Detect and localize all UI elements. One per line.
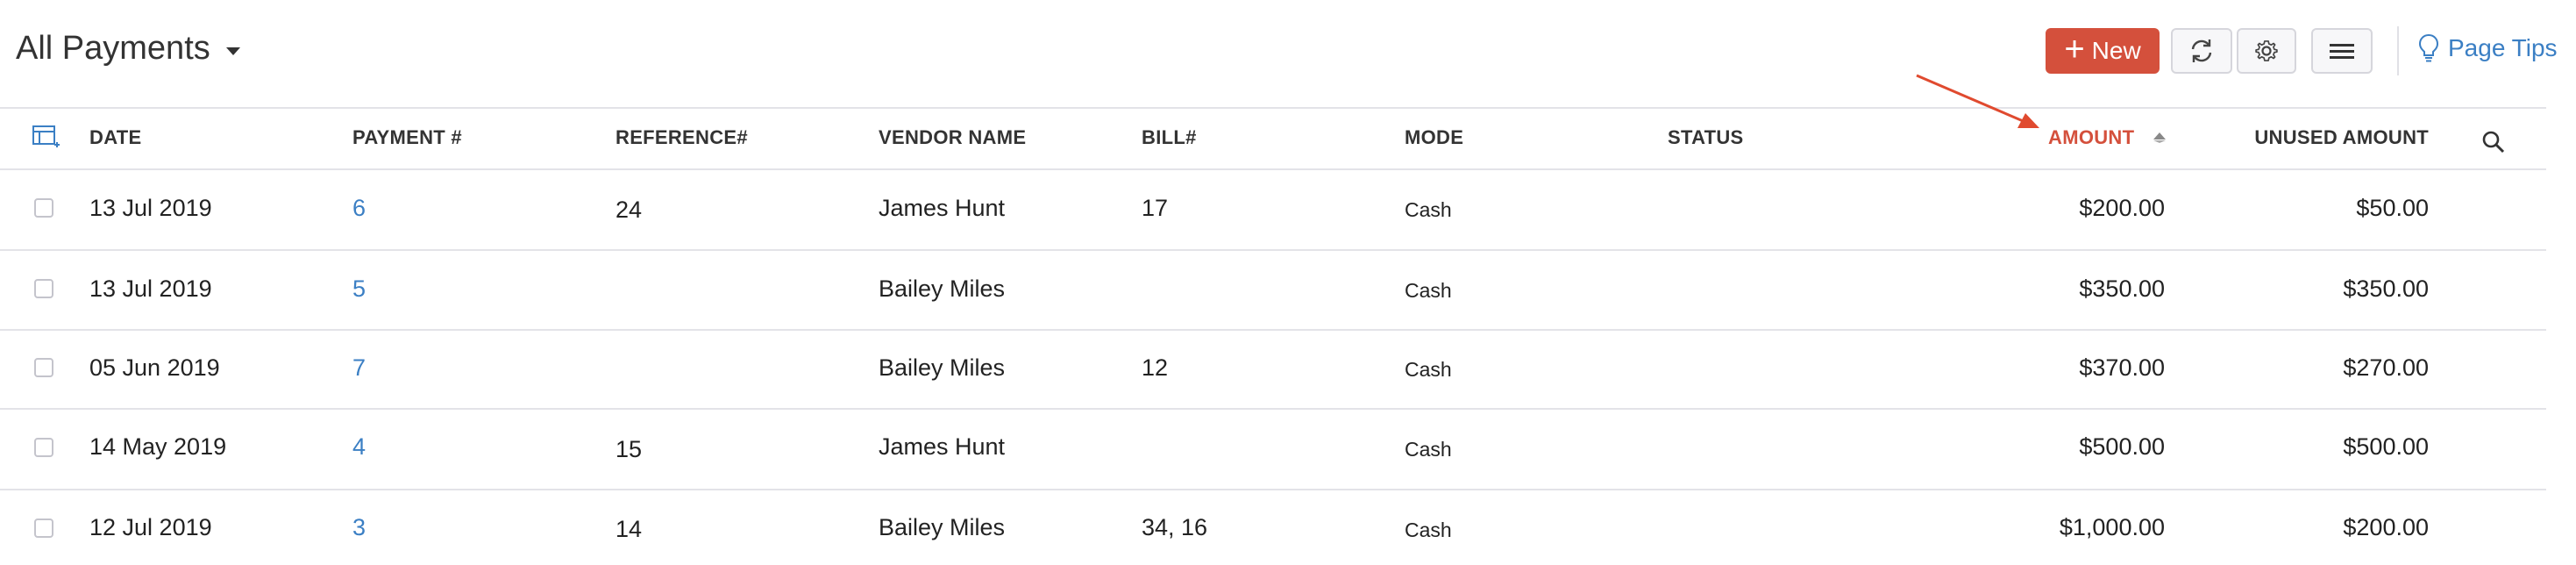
row-checkbox[interactable] bbox=[34, 279, 53, 298]
cell-payment-link[interactable]: 3 bbox=[352, 514, 366, 541]
row-checkbox[interactable] bbox=[34, 438, 53, 457]
row-checkbox[interactable] bbox=[34, 519, 53, 538]
more-options-button[interactable] bbox=[2311, 28, 2373, 74]
chevron-down-icon bbox=[225, 47, 240, 55]
column-header-status[interactable]: STATUS bbox=[1668, 126, 1744, 149]
column-chooser-icon[interactable] bbox=[32, 124, 60, 154]
cell-amount: $1,000.00 bbox=[2059, 514, 2165, 540]
row-divider bbox=[0, 249, 2546, 251]
cell-vendor: James Hunt bbox=[879, 195, 1006, 221]
column-header-reference[interactable]: REFERENCE# bbox=[616, 126, 748, 149]
gear-icon bbox=[2255, 40, 2278, 61]
cell-vendor: James Hunt bbox=[879, 433, 1006, 460]
toolbar: All Payments + New Page Tips bbox=[0, 0, 2576, 107]
cell-mode: Cash bbox=[1405, 198, 1452, 221]
search-icon[interactable] bbox=[2481, 130, 2506, 159]
cell-unused-amount: $270.00 bbox=[2343, 354, 2429, 381]
column-header-amount[interactable]: AMOUNT bbox=[2048, 126, 2134, 149]
cell-unused-amount: $50.00 bbox=[2356, 195, 2429, 221]
row-divider bbox=[0, 489, 2546, 490]
refresh-icon bbox=[2191, 39, 2212, 62]
sort-indicator-base bbox=[2153, 140, 2166, 143]
page-tips-label: Page Tips bbox=[2448, 34, 2558, 61]
cell-mode: Cash bbox=[1405, 358, 1452, 381]
cell-unused-amount: $500.00 bbox=[2343, 433, 2429, 460]
view-selector[interactable]: All Payments bbox=[16, 30, 240, 68]
cell-payment-link[interactable]: 6 bbox=[352, 195, 366, 222]
cell-payment-link[interactable]: 4 bbox=[352, 433, 366, 461]
page-tips-link[interactable]: Page Tips bbox=[2418, 33, 2558, 63]
cell-vendor: Bailey Miles bbox=[879, 275, 1006, 302]
new-button-label: New bbox=[2091, 37, 2141, 64]
plus-icon: + bbox=[2064, 30, 2085, 68]
cell-amount: $350.00 bbox=[2079, 275, 2165, 302]
hamburger-menu-icon bbox=[2330, 44, 2354, 59]
cell-reference: 14 bbox=[616, 516, 643, 542]
page-title: All Payments bbox=[16, 30, 210, 67]
cell-vendor: Bailey Miles bbox=[879, 354, 1006, 381]
column-header-payment[interactable]: PAYMENT # bbox=[352, 126, 462, 149]
cell-payment-link[interactable]: 7 bbox=[352, 354, 366, 382]
sort-ascending-icon bbox=[2153, 132, 2166, 139]
cell-amount: $370.00 bbox=[2079, 354, 2165, 381]
cell-date: 12 Jul 2019 bbox=[89, 514, 212, 540]
refresh-button[interactable] bbox=[2171, 28, 2232, 74]
column-header-date[interactable]: DATE bbox=[89, 126, 141, 149]
cell-reference: 24 bbox=[616, 197, 643, 223]
cell-bill: 34, 16 bbox=[1142, 514, 1208, 540]
cell-reference: 15 bbox=[616, 436, 643, 462]
cell-amount: $200.00 bbox=[2079, 195, 2165, 221]
column-header-mode[interactable]: MODE bbox=[1405, 126, 1463, 149]
table-top-border bbox=[0, 107, 2546, 109]
row-checkbox[interactable] bbox=[34, 198, 53, 218]
cell-payment-link[interactable]: 5 bbox=[352, 275, 366, 303]
column-header-vendor-name[interactable]: VENDOR NAME bbox=[879, 126, 1026, 149]
cell-vendor: Bailey Miles bbox=[879, 514, 1006, 540]
column-header-unused-amount[interactable]: UNUSED AMOUNT bbox=[2254, 126, 2429, 149]
cell-date: 05 Jun 2019 bbox=[89, 354, 220, 381]
cell-unused-amount: $200.00 bbox=[2343, 514, 2429, 540]
lightbulb-icon bbox=[2418, 33, 2439, 62]
cell-mode: Cash bbox=[1405, 279, 1452, 302]
cell-unused-amount: $350.00 bbox=[2343, 275, 2429, 302]
new-button[interactable]: + New bbox=[2046, 28, 2160, 74]
cell-bill: 17 bbox=[1142, 195, 1169, 221]
row-divider bbox=[0, 329, 2546, 331]
cell-bill: 12 bbox=[1142, 354, 1169, 381]
table-header-border bbox=[0, 168, 2546, 170]
cell-date: 13 Jul 2019 bbox=[89, 195, 212, 221]
cell-mode: Cash bbox=[1405, 438, 1452, 461]
column-header-bill[interactable]: BILL# bbox=[1142, 126, 1197, 149]
toolbar-divider bbox=[2397, 26, 2399, 75]
cell-amount: $500.00 bbox=[2079, 433, 2165, 460]
row-divider bbox=[0, 408, 2546, 410]
cell-date: 13 Jul 2019 bbox=[89, 275, 212, 302]
row-checkbox[interactable] bbox=[34, 358, 53, 377]
settings-button[interactable] bbox=[2237, 28, 2296, 74]
cell-date: 14 May 2019 bbox=[89, 433, 227, 460]
cell-mode: Cash bbox=[1405, 519, 1452, 541]
